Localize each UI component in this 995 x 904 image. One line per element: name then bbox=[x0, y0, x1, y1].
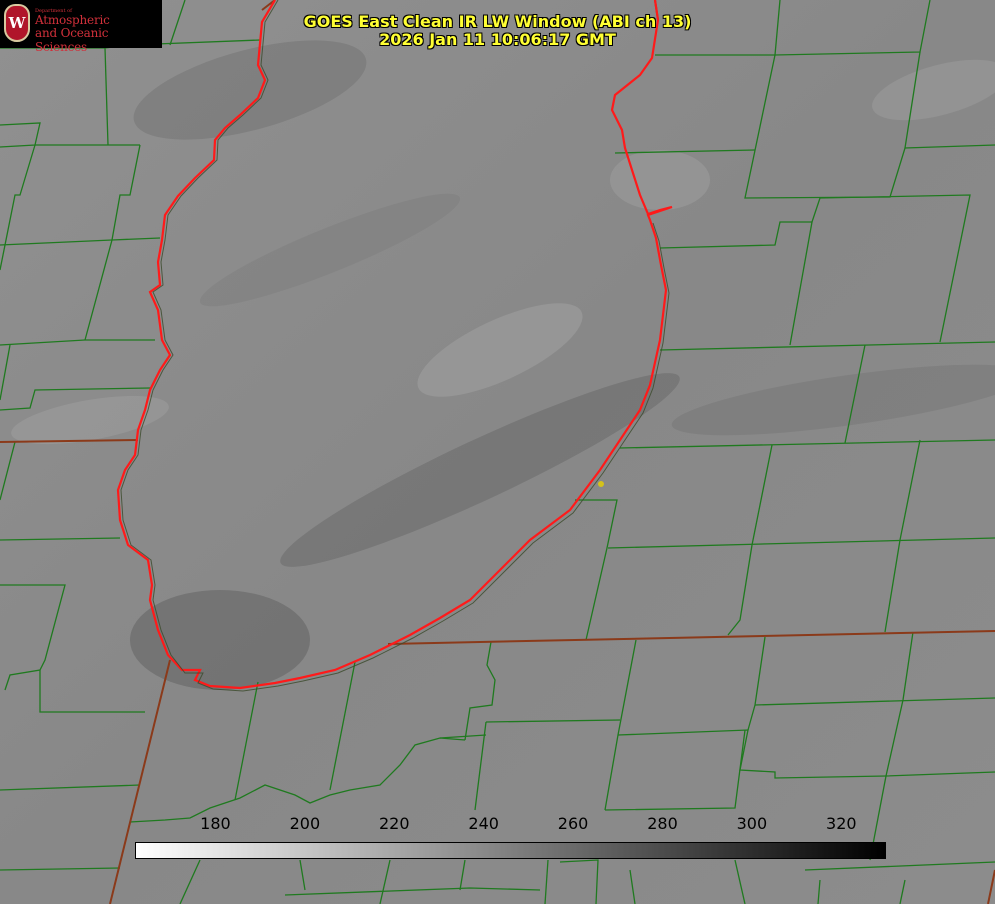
colorbar-tick-label: 280 bbox=[647, 814, 678, 833]
colorbar-tick-label: 300 bbox=[736, 814, 768, 833]
colorbar-tick-label: 240 bbox=[468, 814, 499, 833]
map-canvas bbox=[0, 0, 995, 904]
colorbar-tick-label: 260 bbox=[557, 814, 589, 833]
product-title: GOES East Clean IR LW Window (ABI ch 13) bbox=[303, 12, 692, 31]
location-marker bbox=[598, 481, 604, 487]
colorbar bbox=[135, 842, 886, 859]
colorbar-tick-label: 320 bbox=[826, 814, 857, 833]
colorbar-tick-label: 180 bbox=[200, 814, 231, 833]
colorbar-tick-label: 200 bbox=[289, 814, 321, 833]
colorbar-ticks: 180 200 220 240 260 280 300 320 bbox=[135, 814, 886, 842]
satellite-map: W Department of Atmospheric and Oceanic … bbox=[0, 0, 995, 904]
colorbar-tick-label: 220 bbox=[378, 814, 410, 833]
timestamp: 2026 Jan 11 10:06:17 GMT bbox=[379, 30, 616, 49]
